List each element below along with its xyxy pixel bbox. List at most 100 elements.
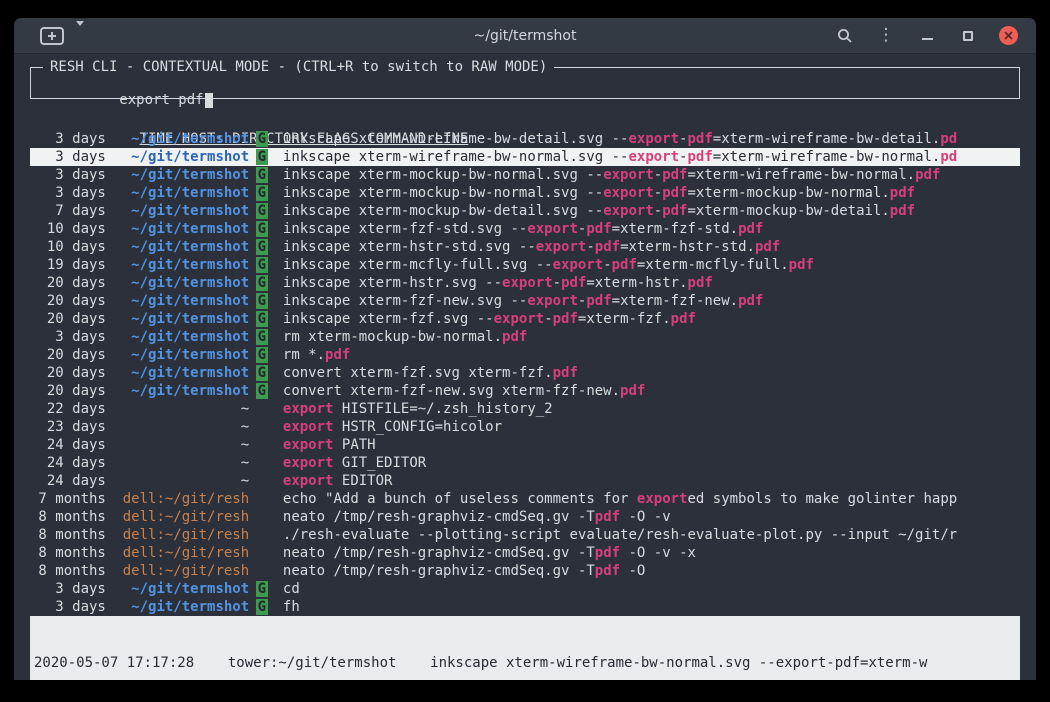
match-highlight: pdf	[738, 293, 763, 309]
history-row[interactable]: 10 days ~/git/termshot G inkscape xterm-…	[30, 238, 1020, 256]
command-text: neato /tmp/resh-graphviz-cmdSeq.gv -T	[283, 509, 595, 525]
history-row[interactable]: 10 days ~/git/termshot G inkscape xterm-…	[30, 220, 1020, 238]
command-text: neato /tmp/resh-graphviz-cmdSeq.gv -T	[283, 545, 595, 561]
history-row[interactable]: 8 months dell:~/git/resh neato /tmp/resh…	[30, 508, 1020, 526]
history-row[interactable]: 23 days ~ export HSTR_CONFIG=hicolor	[30, 418, 1020, 436]
match-highlight: pd	[940, 131, 957, 147]
history-row[interactable]: 24 days ~ export EDITOR	[30, 472, 1020, 490]
history-row[interactable]: 3 days ~/git/termshot G inkscape xterm-m…	[30, 166, 1020, 184]
history-row[interactable]: 3 days ~/git/termshot G fh	[30, 598, 1020, 616]
history-row[interactable]: 8 months dell:~/git/resh neato /tmp/resh…	[30, 562, 1020, 580]
match-highlight: export	[603, 203, 654, 219]
new-tab-button[interactable]	[40, 27, 64, 45]
restore-button[interactable]	[958, 26, 978, 46]
host-cell: ~/git/termshot	[114, 239, 249, 255]
host-cell: ~/git/termshot	[114, 383, 249, 399]
command-text: inkscape xterm-hstr-std.svg --	[283, 239, 536, 255]
history-row[interactable]: 20 days ~/git/termshot G rm *.pdf	[30, 346, 1020, 364]
time-cell: 3 days	[30, 581, 106, 597]
command-text: inkscape xterm-mockup-bw-detail.svg --	[283, 203, 603, 219]
history-row[interactable]: 20 days ~/git/termshot G inkscape xterm-…	[30, 292, 1020, 310]
new-tab-icon	[48, 32, 56, 40]
history-row[interactable]: 8 months dell:~/git/resh neato /tmp/resh…	[30, 544, 1020, 562]
command-text: -O	[620, 563, 645, 579]
command-text: EDITOR	[333, 473, 392, 489]
history-row[interactable]: 24 days ~ export PATH	[30, 436, 1020, 454]
host-cell: ~/git/termshot	[114, 149, 249, 165]
command-text: =xterm-fzf-std.	[612, 221, 738, 237]
time-cell: 19 days	[30, 257, 106, 273]
history-row[interactable]: 8 months dell:~/git/resh ./resh-evaluate…	[30, 526, 1020, 544]
host-cell: dell:~/git/resh	[114, 527, 249, 543]
command-text: inkscape xterm-fzf-new.svg --	[283, 293, 527, 309]
history-row[interactable]: 3 days ~/git/termshot G rm xterm-mockup-…	[30, 328, 1020, 346]
history-row[interactable]: 20 days ~/git/termshot G convert xterm-f…	[30, 382, 1020, 400]
match-highlight: pdf	[662, 185, 687, 201]
history-row[interactable]: 20 days ~/git/termshot G inkscape xterm-…	[30, 310, 1020, 328]
match-highlight: pdf	[586, 221, 611, 237]
command-text: =xterm-mockup-bw-normal.	[688, 185, 890, 201]
command-text: rm xterm-mockup-bw-normal.	[283, 329, 502, 345]
search-box-title: RESH CLI - CONTEXTUAL MODE - (CTRL+R to …	[43, 58, 554, 76]
match-highlight: pdf	[688, 275, 713, 291]
time-cell: 20 days	[30, 347, 106, 363]
time-cell: 8 months	[30, 509, 106, 525]
match-highlight: pdf	[789, 257, 814, 273]
match-highlight: export	[637, 491, 688, 507]
history-row[interactable]: 19 days ~/git/termshot G inkscape xterm-…	[30, 256, 1020, 274]
history-row[interactable]: 3 days ~/git/termshot G inkscape xterm-w…	[30, 148, 1020, 166]
match-highlight: pdf	[662, 167, 687, 183]
chevron-down-icon	[76, 21, 84, 49]
time-cell: 20 days	[30, 275, 106, 291]
screen: ~/git/termshot ⋮	[0, 0, 1050, 702]
time-cell: 8 months	[30, 527, 106, 543]
kebab-menu-icon: ⋮	[878, 27, 895, 44]
match-highlight: export	[628, 149, 679, 165]
time-cell: 20 days	[30, 311, 106, 327]
command-text: =xterm-hstr.	[586, 275, 687, 291]
match-highlight: export	[283, 473, 334, 489]
match-highlight: pdf	[687, 131, 712, 147]
command-text: -	[603, 257, 611, 273]
command-text: inkscape xterm-wireframe-bw-detail.svg -…	[283, 131, 629, 147]
command-text: inkscape xterm-wireframe-bw-normal.svg -…	[283, 149, 629, 165]
history-row[interactable]: 20 days ~/git/termshot G convert xterm-f…	[30, 364, 1020, 382]
history-row[interactable]: 7 days ~/git/termshot G inkscape xterm-m…	[30, 202, 1020, 220]
titlebar-right-group: ⋮	[835, 26, 1018, 46]
close-button[interactable]	[999, 26, 1018, 45]
search-query-line[interactable]: export pdf	[35, 73, 1015, 127]
host-cell: ~/git/termshot	[114, 257, 249, 273]
time-cell: 3 days	[30, 599, 106, 615]
match-highlight: export	[283, 401, 334, 417]
match-highlight: export	[553, 257, 604, 273]
history-row[interactable]: 3 days ~/git/termshot G cd	[30, 580, 1020, 598]
command-text: GIT_EDITOR	[333, 455, 426, 471]
search-button[interactable]	[835, 26, 855, 46]
time-cell: 20 days	[30, 365, 106, 381]
history-row[interactable]: 24 days ~ export GIT_EDITOR	[30, 454, 1020, 472]
minimize-button[interactable]	[917, 26, 937, 46]
history-row[interactable]: 20 days ~/git/termshot G inkscape xterm-…	[30, 274, 1020, 292]
history-row[interactable]: 7 months dell:~/git/resh echo "Add a bun…	[30, 490, 1020, 508]
command-text: inkscape xterm-mockup-bw-normal.svg --	[283, 185, 603, 201]
history-row[interactable]: 22 days ~ export HISTFILE=~/.zsh_history…	[30, 400, 1020, 418]
command-text: inkscape xterm-fzf-std.svg --	[283, 221, 527, 237]
history-row[interactable]: 3 days ~/git/termshot G inkscape xterm-m…	[30, 184, 1020, 202]
match-highlight: export	[628, 131, 679, 147]
host-cell: ~	[114, 455, 249, 471]
command-text: -O -v -x	[620, 545, 696, 561]
terminal[interactable]: RESH CLI - CONTEXTUAL MODE - (CTRL+R to …	[14, 54, 1036, 680]
time-cell: 24 days	[30, 437, 106, 453]
command-text: -	[654, 185, 662, 201]
match-highlight: pdf	[671, 311, 696, 327]
match-highlight: pdf	[586, 293, 611, 309]
history-row[interactable]: 3 days ~/git/termshot G inkscape xterm-w…	[30, 130, 1020, 148]
command-text: =xterm-mcfly-full.	[637, 257, 789, 273]
match-highlight: pdf	[502, 329, 527, 345]
tab-dropdown-button[interactable]	[76, 26, 84, 45]
menu-button[interactable]: ⋮	[876, 26, 896, 46]
command-text: rm *.	[283, 347, 325, 363]
search-query[interactable]: export pdf	[119, 92, 203, 108]
match-highlight: pdf	[687, 149, 712, 165]
command-text: HISTFILE=~/.zsh_history_2	[333, 401, 552, 417]
